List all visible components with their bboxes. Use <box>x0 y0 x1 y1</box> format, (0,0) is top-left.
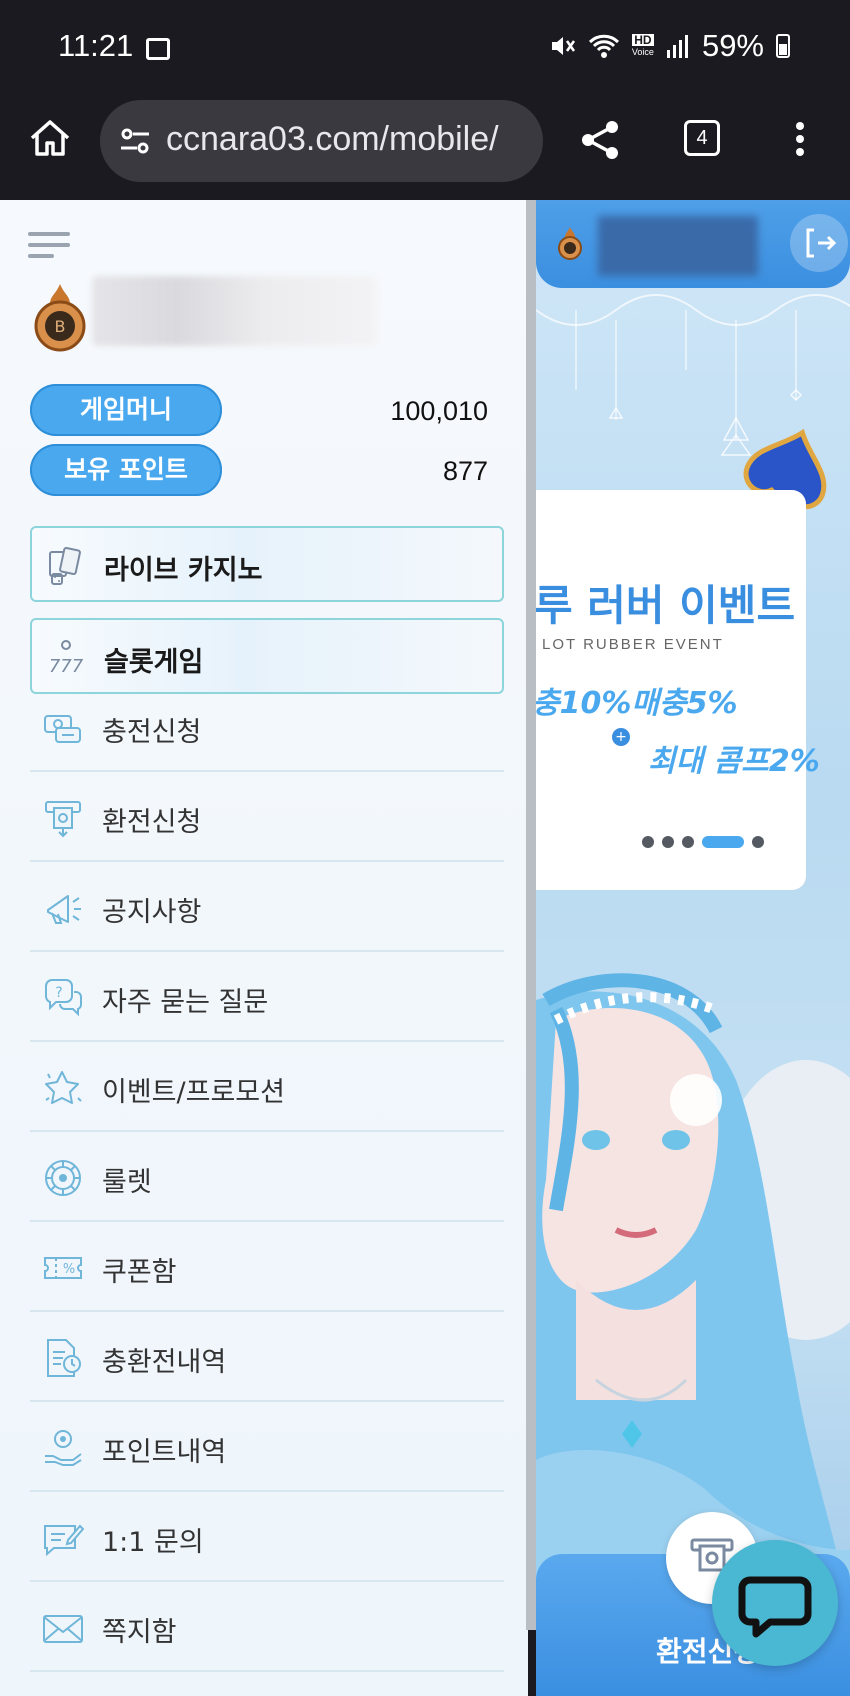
username-redacted <box>92 276 377 346</box>
voice-label: Voice <box>631 47 654 57</box>
svg-text:777: 777 <box>49 656 84 677</box>
side-drawer: B 게임머니 100,010 보유 포인트 877 라이브 카지노 777 슬롯… <box>0 200 528 1696</box>
megaphone-icon <box>47 895 81 924</box>
menu-coupon-label: 쿠폰함 <box>102 1257 177 1288</box>
menu-notice-label: 공지사항 <box>102 897 202 928</box>
status-bar: 11:21 HD Voice 59% <box>0 0 850 96</box>
roulette-icon <box>45 1160 81 1196</box>
mute-icon <box>551 37 575 55</box>
menu-deposit-label: 충전신청 <box>102 717 202 748</box>
event-offer-line1: 충10%매충5% <box>536 686 738 721</box>
hd-label: HD <box>631 34 654 46</box>
points-value: 877 <box>442 456 488 486</box>
drawer-scrollbar[interactable] <box>526 200 536 1630</box>
carousel-dot-active[interactable] <box>702 836 744 848</box>
menu-inquiry[interactable]: 1:1 문의 <box>30 1492 504 1582</box>
deposit-icon <box>44 715 81 743</box>
atm-withdraw-icon <box>45 801 81 838</box>
site-settings-icon[interactable] <box>118 124 152 158</box>
menu-deposit[interactable]: 충전신청 <box>30 682 504 772</box>
cards-icon <box>49 546 81 585</box>
plus-icon: + <box>612 728 630 746</box>
menu-notice[interactable]: 공지사항 <box>30 862 504 952</box>
menu-messages-label: 쪽지함 <box>102 1617 177 1648</box>
gallery-notification-icon <box>146 38 170 60</box>
menu-transaction-history[interactable]: 충환전내역 <box>30 1312 504 1402</box>
menu-faq-label: 자주 묻는 질문 <box>102 987 269 1018</box>
main-content: 루 러버 이벤트 LOT RUBBER EVENT 충10%매충5% + 최대 … <box>536 200 850 1696</box>
menu-live-casino-label: 라이브 카지노 <box>104 555 263 586</box>
level-badge-small-icon <box>558 227 582 260</box>
chat-bubble-icon <box>738 1576 812 1638</box>
menu-event-promotion-label: 이벤트/프로모션 <box>102 1077 285 1108</box>
hamburger-menu-icon[interactable] <box>28 232 70 262</box>
svg-text:B: B <box>55 317 66 336</box>
live-chat-button[interactable] <box>712 1540 838 1666</box>
point-hand-icon <box>45 1430 82 1466</box>
status-time: 11:21 <box>58 28 134 63</box>
signal-icon <box>666 35 688 58</box>
menu-point-history-label: 포인트내역 <box>102 1437 227 1468</box>
header-user-redacted <box>598 216 758 276</box>
wifi-icon <box>588 34 619 58</box>
battery-percent: 59% <box>701 28 764 63</box>
menu-slot-game-label: 슬롯게임 <box>104 647 204 678</box>
carousel-dot[interactable] <box>642 836 654 848</box>
points-label: 보유 포인트 <box>30 444 222 496</box>
game-money-value: 100,010 <box>390 396 488 426</box>
hd-voice-indicator: HD Voice <box>631 34 654 58</box>
menu-messages[interactable]: 쪽지함 <box>30 1582 504 1672</box>
drawer-menu-list: 충전신청 환전신청 공지사항 ? 자주 묻는 질문 이벤트/프로모션 룰렛 % … <box>30 682 504 1672</box>
history-icon <box>47 1339 81 1377</box>
battery-icon <box>776 34 790 58</box>
menu-coupon[interactable]: % 쿠폰함 <box>30 1222 504 1312</box>
content-header <box>536 200 850 288</box>
event-offer-line2: 최대 콤프2% <box>648 744 820 779</box>
event-banner[interactable]: 루 러버 이벤트 LOT RUBBER EVENT 충10%매충5% + 최대 … <box>536 490 820 890</box>
coupon-icon: % <box>44 1257 82 1279</box>
envelope-icon <box>43 1615 83 1643</box>
game-money-label: 게임머니 <box>30 384 222 436</box>
menu-roulette[interactable]: 룰렛 <box>30 1132 504 1222</box>
menu-inquiry-label: 1:1 문의 <box>102 1527 204 1558</box>
menu-live-casino[interactable]: 라이브 카지노 <box>30 526 504 602</box>
status-right: HD Voice 59% <box>548 28 790 64</box>
faq-icon: ? <box>45 979 82 1017</box>
carousel-dot[interactable] <box>662 836 674 848</box>
menu-faq[interactable]: ? 자주 묻는 질문 <box>30 952 504 1042</box>
browser-toolbar: ccnara03.com/mobile/ 4 <box>0 96 850 200</box>
url-bar[interactable]: ccnara03.com/mobile/ <box>100 100 543 182</box>
menu-transaction-history-label: 충환전내역 <box>102 1347 227 1378</box>
event-subtitle: LOT RUBBER EVENT <box>542 636 724 653</box>
menu-roulette-label: 룰렛 <box>102 1167 152 1198</box>
slot-777-icon: 777 <box>49 640 84 677</box>
menu-point-history[interactable]: 포인트내역 <box>30 1402 504 1492</box>
logout-icon <box>806 228 837 258</box>
carousel-dot[interactable] <box>682 836 694 848</box>
svg-text:%: % <box>63 1262 75 1277</box>
svg-text:?: ? <box>55 985 62 1001</box>
logout-button[interactable] <box>790 214 848 272</box>
menu-withdraw[interactable]: 환전신청 <box>30 772 504 862</box>
browser-menu-icon[interactable] <box>790 122 810 162</box>
carousel-dots <box>642 836 764 848</box>
share-icon[interactable] <box>578 118 622 162</box>
carousel-dot[interactable] <box>752 836 764 848</box>
event-title: 루 러버 이벤트 <box>536 581 796 630</box>
stars-icon <box>45 1071 82 1104</box>
home-icon[interactable] <box>28 116 72 160</box>
inquiry-icon <box>44 1524 84 1557</box>
menu-event-promotion[interactable]: 이벤트/프로모션 <box>30 1042 504 1132</box>
menu-withdraw-label: 환전신청 <box>102 807 202 838</box>
url-text[interactable]: ccnara03.com/mobile/ <box>166 120 534 159</box>
level-badge-icon: B <box>34 284 86 352</box>
tab-switcher-button[interactable]: 4 <box>684 120 720 156</box>
